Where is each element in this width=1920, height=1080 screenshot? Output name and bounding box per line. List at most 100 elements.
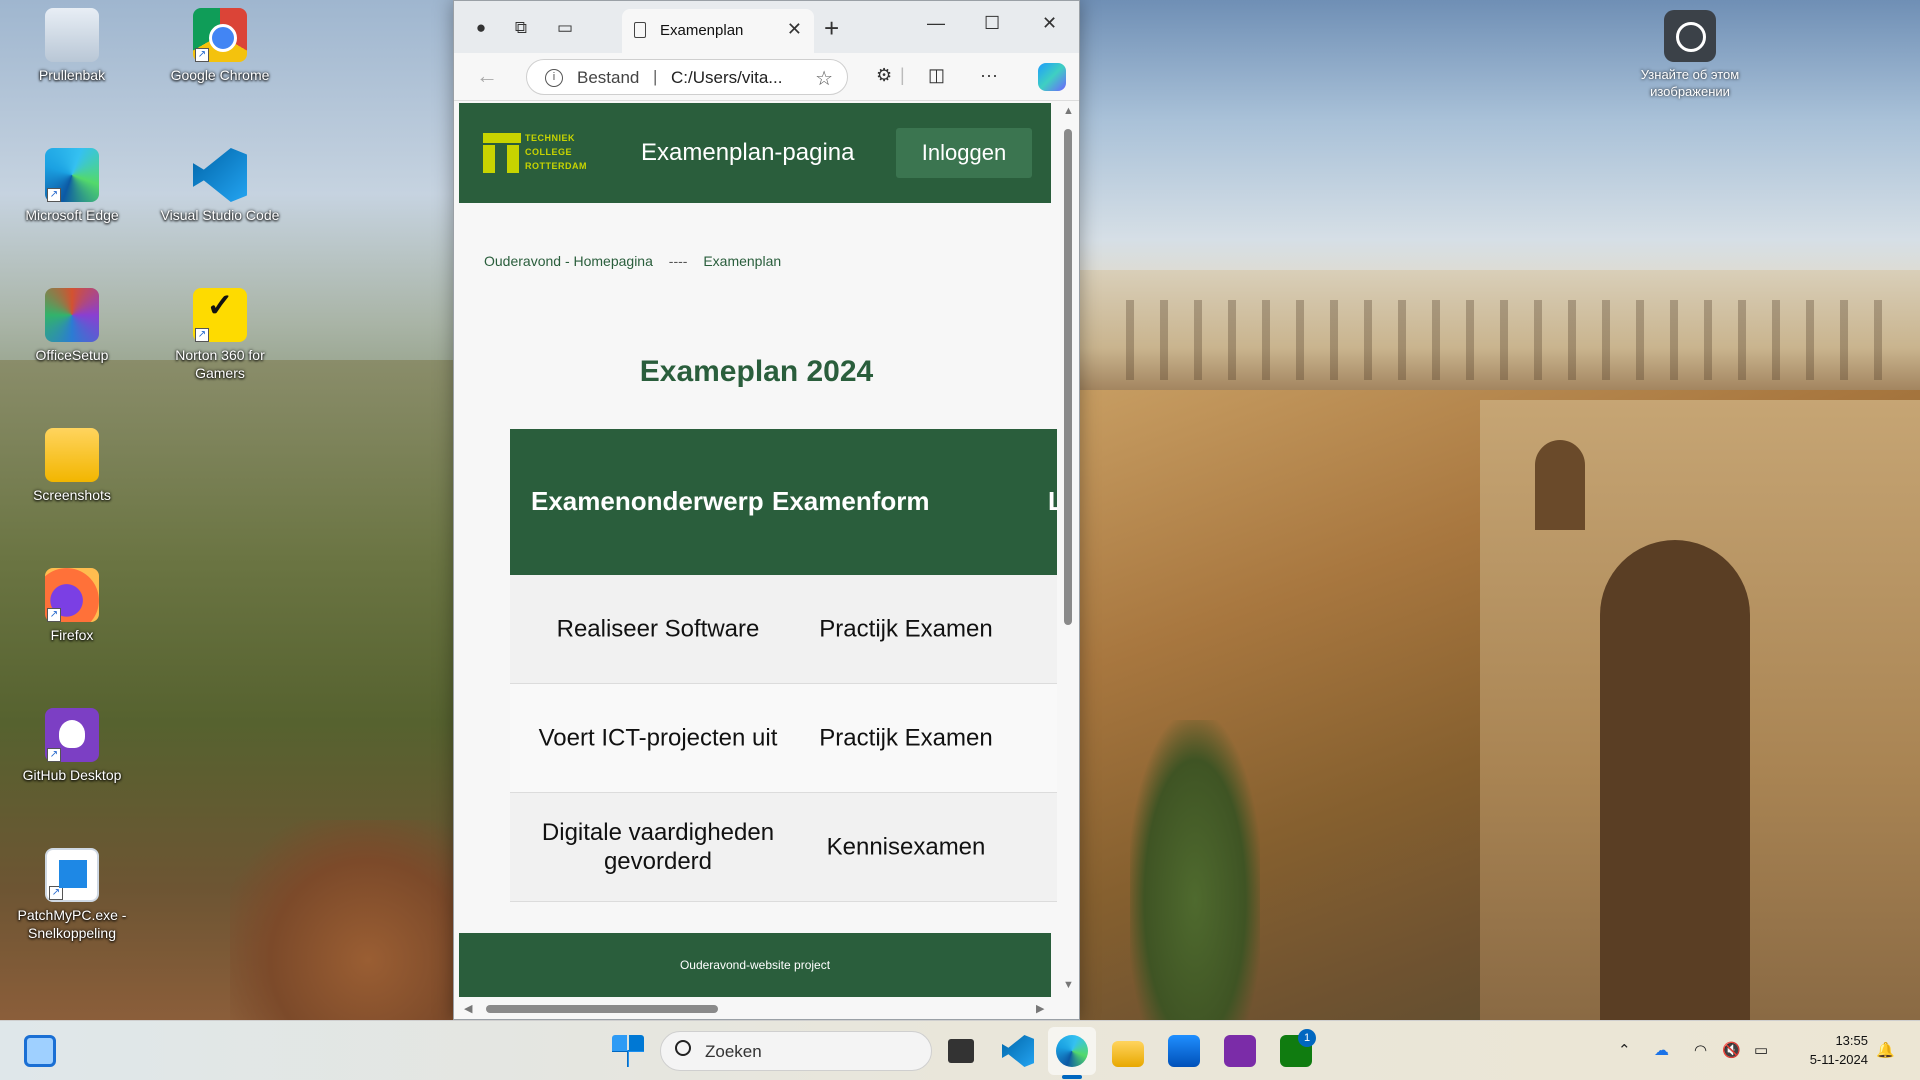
document-icon	[634, 22, 646, 38]
back-arrow-icon[interactable]: ←	[476, 63, 498, 89]
cell-onderwerp: Realiseer Software	[556, 615, 760, 643]
favorite-star-icon[interactable]: ☆	[815, 66, 833, 91]
scroll-down-arrow-icon[interactable]: ▼	[1063, 979, 1074, 991]
browser-window: ● ⧉ ▭ Examenplan ✕ + — ☐ ✕ ← i Bestand |…	[453, 0, 1080, 1020]
desktop-icon-label: PatchMyPC.exe - Snelkoppeling	[17, 907, 127, 941]
taskbar: Zoeken 1 ⌃ ☁ ◠ 🔇 ▭ 13:55 5-11-2024 🔔	[0, 1020, 1920, 1080]
clock-date: 5-11-2024	[1809, 1052, 1868, 1067]
taskbar-file-explorer-icon[interactable]	[1112, 1041, 1144, 1067]
desktop-icon-label: Norton 360 for Gamers	[175, 347, 265, 381]
taskbar-vscode-icon[interactable]	[1002, 1035, 1034, 1067]
taskbar-search[interactable]: Zoeken	[660, 1031, 932, 1071]
firefox-icon: ↗	[45, 568, 99, 622]
desktop-icon-label: Prullenbak	[38, 67, 106, 83]
wallpaper-greenery	[1130, 720, 1260, 1020]
scroll-left-arrow-icon[interactable]: ◀	[464, 1002, 472, 1015]
vertical-scrollbar[interactable]: ▲ ▼	[1057, 101, 1079, 999]
logo-text-line: TECHNIEK	[525, 133, 576, 143]
shortcut-arrow-icon: ↗	[49, 886, 63, 900]
cell-onderwerp: Digitale vaardigheden gevorderd	[541, 819, 775, 875]
widgets-icon[interactable]	[24, 1035, 56, 1067]
split-screen-icon[interactable]: ◫	[928, 65, 945, 86]
toolbar-divider: |	[900, 65, 905, 85]
desktop-icon-label: Firefox	[50, 627, 94, 643]
scroll-up-arrow-icon[interactable]: ▲	[1063, 105, 1074, 117]
desktop-icon-chrome[interactable]: ↗ Google Chrome	[160, 8, 280, 84]
github-icon: ↗	[45, 708, 99, 762]
scroll-right-arrow-icon[interactable]: ▶	[1036, 1002, 1044, 1015]
desktop-icon-label: OfficeSetup	[35, 347, 109, 363]
search-icon	[675, 1040, 691, 1056]
breadcrumb-current-link[interactable]: Examenplan	[703, 253, 781, 269]
new-tab-icon[interactable]: +	[824, 13, 839, 44]
desktop-icon-label: GitHub Desktop	[22, 767, 122, 783]
start-button-icon[interactable]	[612, 1035, 644, 1067]
minimize-icon[interactable]: —	[927, 13, 945, 34]
system-clock[interactable]: 13:55 5-11-2024	[1796, 1031, 1868, 1069]
taskbar-store-icon[interactable]	[1168, 1035, 1200, 1067]
site-header: TECHNIEK COLLEGE ROTTERDAM Examenplan-pa…	[459, 103, 1051, 203]
shortcut-arrow-icon: ↗	[47, 188, 61, 202]
page-heading: Exameplan 2024	[639, 355, 874, 388]
tab-actions-icon[interactable]: ▭	[552, 15, 578, 41]
more-options-icon[interactable]: ···	[980, 65, 998, 86]
desktop-icon-screenshots[interactable]: Screenshots	[12, 428, 132, 504]
column-header-examenform: Examenform	[772, 486, 930, 516]
cell-examenform: Practijk Examen	[819, 615, 993, 643]
logo-text-line: COLLEGE	[525, 147, 573, 157]
desktop-icon-officesetup[interactable]: OfficeSetup	[12, 288, 132, 364]
login-button[interactable]: Inloggen	[896, 128, 1032, 178]
desktop-icon-github-desktop[interactable]: ↗ GitHub Desktop	[12, 708, 132, 784]
logo-text-line: ROTTERDAM	[525, 161, 587, 171]
site-footer: Ouderavond-website project	[459, 933, 1051, 997]
url-field[interactable]: i Bestand | C:/Users/vita... ☆	[526, 59, 848, 95]
extensions-icon[interactable]: ⚙	[876, 65, 892, 86]
wallpaper-bridge-window	[1535, 440, 1585, 530]
desktop-icon-label: Microsoft Edge	[25, 207, 119, 223]
close-window-icon[interactable]: ✕	[1042, 13, 1057, 34]
office-icon	[45, 288, 99, 342]
maximize-icon[interactable]: ☐	[984, 13, 1000, 34]
clock-time: 13:55	[1835, 1033, 1868, 1048]
page-viewport: TECHNIEK COLLEGE ROTTERDAM Examenplan-pa…	[454, 101, 1079, 1019]
active-app-indicator	[1062, 1075, 1082, 1079]
url-path: C:/Users/vita...	[671, 68, 783, 87]
horizontal-scroll-thumb[interactable]	[486, 1005, 718, 1013]
desktop-icon-norton[interactable]: ↗ Norton 360 for Gamers	[160, 288, 280, 382]
onedrive-icon[interactable]: ☁	[1654, 1041, 1669, 1059]
taskbar-edge-icon[interactable]	[1056, 1035, 1088, 1067]
profile-icon[interactable]: ●	[468, 15, 494, 41]
copilot-icon[interactable]	[1038, 63, 1066, 91]
shortcut-arrow-icon: ↗	[195, 328, 209, 342]
workspaces-icon[interactable]: ⧉	[508, 15, 534, 41]
info-icon[interactable]: i	[545, 69, 563, 87]
tab-title: Examenplan	[660, 22, 744, 39]
table-row: Voert ICT-projecten uit Practijk Examen	[510, 684, 1059, 793]
tab-examenplan[interactable]: Examenplan ✕	[622, 9, 814, 53]
folder-icon	[45, 428, 99, 482]
wifi-icon[interactable]: ◠	[1694, 1041, 1707, 1059]
desktop-icon-patchmypc[interactable]: ↗ PatchMyPC.exe - Snelkoppeling	[12, 848, 132, 942]
notifications-bell-icon[interactable]: 🔔	[1876, 1041, 1895, 1059]
desktop-icon-firefox[interactable]: ↗ Firefox	[12, 568, 132, 644]
speaker-muted-icon[interactable]: 🔇	[1722, 1041, 1741, 1059]
desktop-icon-recycle-bin[interactable]: Prullenbak	[12, 8, 132, 84]
taskbar-app-icon[interactable]	[1224, 1035, 1256, 1067]
vertical-scroll-thumb[interactable]	[1064, 129, 1072, 625]
desktop-icon-label: Screenshots	[33, 487, 111, 503]
battery-icon[interactable]: ▭	[1754, 1041, 1768, 1059]
breadcrumb-home-link[interactable]: Ouderavond - Homepagina	[484, 253, 653, 269]
learn-about-image-button[interactable]: Узнайте об этом изображении	[1620, 10, 1760, 100]
table-row: Digitale vaardigheden gevorderd Kennisex…	[510, 793, 1059, 902]
wallpaper-rock	[230, 820, 460, 1020]
task-view-icon[interactable]	[948, 1039, 974, 1063]
desktop-icon-vscode[interactable]: Visual Studio Code	[160, 148, 280, 224]
patchmypc-icon: ↗	[45, 848, 99, 902]
desktop-icon-edge[interactable]: ↗ Microsoft Edge	[12, 148, 132, 224]
logo-bar-right	[507, 145, 519, 173]
shortcut-arrow-icon: ↗	[47, 608, 61, 622]
college-logo[interactable]: TECHNIEK COLLEGE ROTTERDAM	[483, 133, 587, 175]
show-hidden-icons-chevron-icon[interactable]: ⌃	[1618, 1041, 1631, 1059]
close-tab-icon[interactable]: ✕	[787, 19, 802, 40]
horizontal-scrollbar[interactable]: ◀ ▶	[454, 999, 1058, 1019]
